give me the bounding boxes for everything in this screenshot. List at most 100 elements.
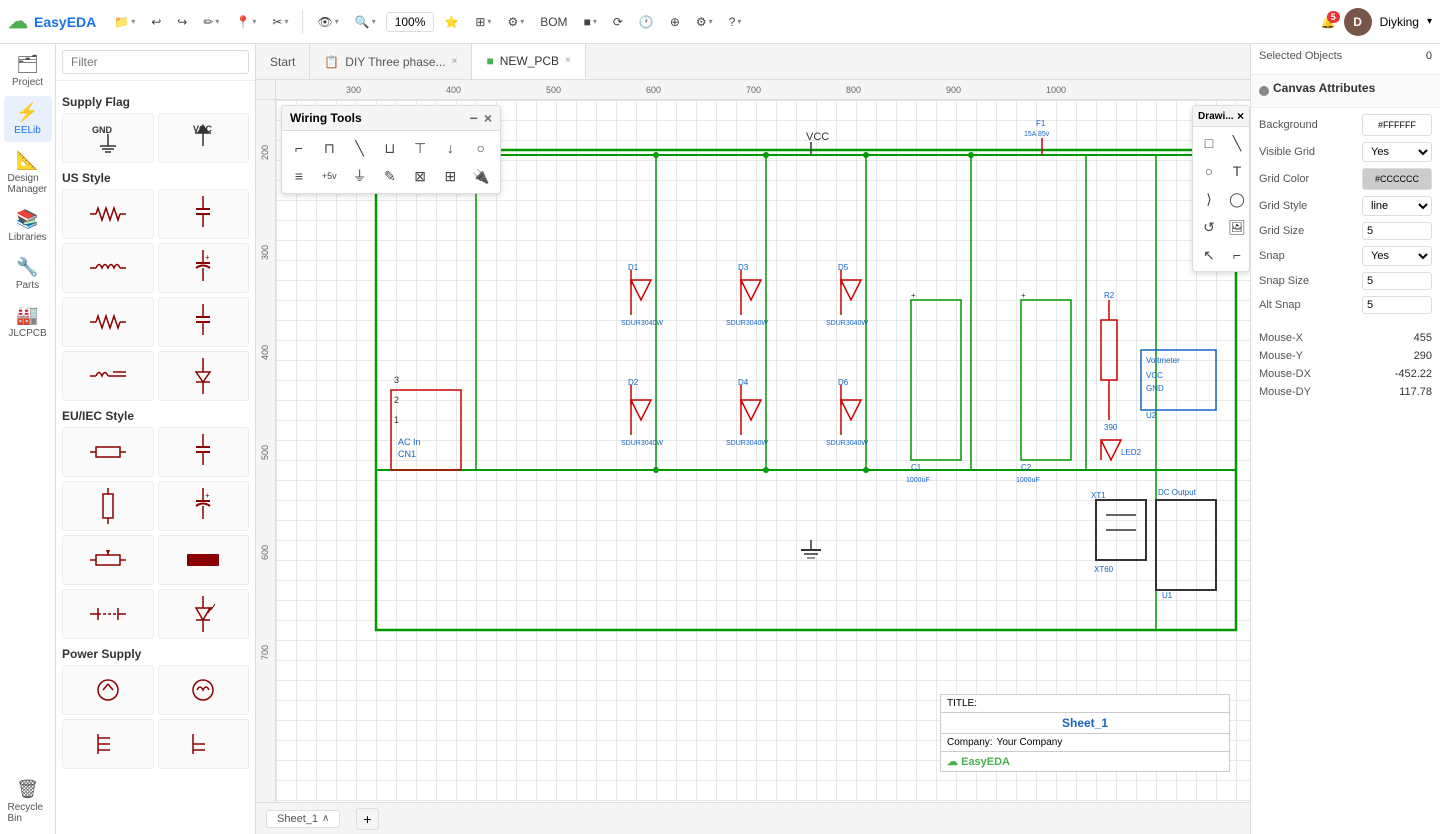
cap-eu3[interactable]	[158, 535, 250, 585]
dt-line[interactable]: ╲	[1224, 130, 1250, 156]
tab-diy-close[interactable]: ×	[452, 56, 458, 67]
redo-btn[interactable]: ↪	[171, 11, 193, 33]
snap-size-input[interactable]	[1362, 272, 1432, 290]
cap-eu1[interactable]	[158, 427, 250, 477]
cap2-us[interactable]	[158, 297, 250, 347]
undo-btn[interactable]: ↩	[145, 11, 167, 33]
zoom-btn[interactable]: 🔍 ▾	[349, 11, 382, 33]
dt-pointer[interactable]: ↖	[1196, 242, 1222, 268]
sidebar-item-project[interactable]: 🗂 Project	[4, 48, 52, 94]
dt-text[interactable]: T	[1224, 158, 1250, 184]
dt-rect[interactable]: □	[1196, 130, 1222, 156]
draw-btn[interactable]: ✏ ▾	[197, 11, 225, 33]
render-btn[interactable]: ■ ▾	[578, 11, 603, 33]
svg-text:D1: D1	[628, 263, 639, 272]
component-btn[interactable]: ⚙ ▾	[501, 11, 530, 33]
dt-arrow[interactable]: ⟩	[1196, 186, 1222, 212]
inductor2-us[interactable]	[62, 351, 154, 401]
wt-noconn[interactable]: ⊠	[407, 163, 433, 189]
sidebar-item-jlcpcb[interactable]: 🏭 JLCPCB	[4, 299, 52, 345]
add-sheet-btn[interactable]: +	[356, 808, 378, 830]
grid-size-input[interactable]	[1362, 222, 1432, 240]
wt-bus[interactable]: ⊓	[316, 135, 342, 161]
sidebar-item-eelib[interactable]: ⚡ EELib	[4, 96, 52, 142]
sidebar-item-design-manager[interactable]: 📐 Design Manager	[4, 144, 52, 201]
wt-label[interactable]: ↓	[437, 135, 463, 161]
help-btn[interactable]: ? ▾	[723, 11, 748, 33]
avatar[interactable]: D	[1344, 8, 1372, 36]
wt-gnd[interactable]: ⏚	[347, 163, 373, 189]
notification-bell[interactable]: 🔔 5	[1321, 15, 1336, 29]
dt-ellipse[interactable]: ◯	[1224, 186, 1250, 212]
wt-cross[interactable]: ⊤	[407, 135, 433, 161]
edit-btn[interactable]: ✂ ▾	[266, 11, 294, 33]
share-btn[interactable]: ⟳	[607, 11, 629, 33]
wt-line[interactable]: ╲	[347, 135, 373, 161]
visible-grid-select[interactable]: Yes No	[1362, 142, 1432, 162]
dt-rotate[interactable]: ↺	[1196, 214, 1222, 240]
background-color-swatch[interactable]: #FFFFFF	[1362, 114, 1432, 136]
wt-wire[interactable]: ⌐	[286, 135, 312, 161]
sidebar-item-recycle[interactable]: 🗑 Recycle Bin	[4, 773, 52, 830]
grid-style-select[interactable]: line dot	[1362, 196, 1432, 216]
wt-probe[interactable]: ✎	[377, 163, 403, 189]
svg-text:3: 3	[394, 375, 399, 385]
drawing-close-btn[interactable]: ×	[1237, 109, 1244, 123]
dt-image[interactable]: 🖼	[1224, 214, 1250, 240]
grid-style-label: Grid Style	[1259, 200, 1307, 212]
alt-snap-input[interactable]	[1362, 296, 1432, 314]
capacitor-us[interactable]	[158, 189, 250, 239]
power-supply-2[interactable]	[158, 665, 250, 715]
power-supply-1[interactable]	[62, 665, 154, 715]
settings-btn[interactable]: ⚙ ▾	[690, 11, 719, 33]
wt-vcc[interactable]: +5v	[316, 163, 342, 189]
led-eu[interactable]	[158, 589, 250, 639]
project-icon: 🗂	[16, 54, 39, 75]
snap-select[interactable]: Yes No	[1362, 246, 1432, 266]
place-btn[interactable]: 📍 ▾	[229, 11, 262, 33]
wt-junction[interactable]: ⊔	[377, 135, 403, 161]
res-eu1[interactable]	[62, 427, 154, 477]
snap-row: Snap Yes No	[1259, 246, 1432, 266]
power-supply-3[interactable]	[62, 719, 154, 769]
snap-size-label: Snap Size	[1259, 275, 1309, 287]
polar-cap-us[interactable]: +	[158, 243, 250, 293]
tab-new-pcb[interactable]: ■ NEW_PCB ×	[472, 44, 585, 79]
history-btn[interactable]: 🕐	[633, 11, 660, 33]
res-eu2[interactable]	[62, 481, 154, 531]
wt-component[interactable]: 🔌	[468, 163, 494, 189]
tab-pcb-close[interactable]: ×	[565, 55, 571, 66]
user-caret[interactable]: ▾	[1427, 16, 1432, 27]
cap-eu2[interactable]: +	[158, 481, 250, 531]
gnd-symbol[interactable]: GND	[62, 113, 154, 163]
grid-color-swatch[interactable]: #CCCCCC	[1362, 168, 1432, 190]
view-btn[interactable]: 👁 ▾	[311, 11, 344, 33]
wt-pin[interactable]: ⊞	[437, 163, 463, 189]
sheet-tab[interactable]: Sheet_1 ∧	[266, 810, 340, 828]
dt-circle[interactable]: ○	[1196, 158, 1222, 184]
main-canvas[interactable]: VCC	[276, 100, 1250, 802]
wiring-close-btn[interactable]: ×	[484, 110, 492, 126]
sidebar-item-libraries[interactable]: 📚 Libraries	[4, 203, 52, 249]
inductor-us[interactable]	[62, 243, 154, 293]
layers-btn[interactable]: ⊕	[664, 11, 686, 33]
wt-netflag[interactable]: ≡	[286, 163, 312, 189]
favorite-btn[interactable]: ⭐	[438, 11, 465, 33]
zener-us[interactable]	[158, 351, 250, 401]
dt-corner[interactable]: ⌐	[1224, 242, 1250, 268]
sidebar-item-parts[interactable]: 🔧 Parts	[4, 251, 52, 297]
resistor-us[interactable]	[62, 189, 154, 239]
wiring-minimize-btn[interactable]: −	[470, 110, 478, 126]
layout-btn[interactable]: ⊞ ▾	[469, 11, 497, 33]
fuse-eu[interactable]	[62, 589, 154, 639]
res-eu3[interactable]	[62, 535, 154, 585]
vcc-symbol[interactable]: VCC	[158, 113, 250, 163]
resistor2-us[interactable]	[62, 297, 154, 347]
filter-input[interactable]	[62, 50, 249, 74]
wt-power[interactable]: ○	[468, 135, 494, 161]
tab-start[interactable]: Start	[256, 44, 310, 79]
power-supply-4[interactable]	[158, 719, 250, 769]
tab-diy[interactable]: 📋 DIY Three phase... ×	[310, 44, 472, 79]
file-btn[interactable]: 📁 ▾	[108, 11, 141, 33]
bom-btn[interactable]: BOM	[534, 11, 573, 33]
